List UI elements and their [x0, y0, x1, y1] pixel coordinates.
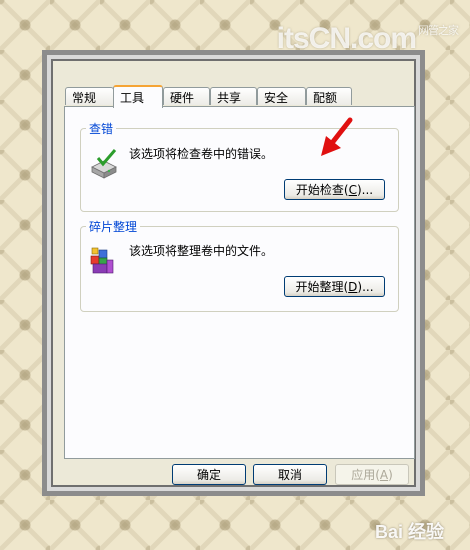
error-check-title: 查错: [86, 120, 117, 137]
defrag-description: 该选项将整理卷中的文件。: [129, 244, 274, 258]
start-check-button[interactable]: 开始检查(C)...: [284, 179, 385, 200]
red-arrow-annotation: [321, 117, 353, 156]
tab-tools[interactable]: 工具: [113, 85, 163, 108]
cancel-button[interactable]: 取消: [253, 464, 327, 485]
properties-dialog: 常规 工具 硬件 共享 安全 配额 查错 该选项将检查卷中的错误。 开始检查(C…: [51, 59, 416, 487]
tools-tab-page: 查错 该选项将检查卷中的错误。 开始检查(C)... 碎片整理 该选项将整理卷中…: [64, 106, 415, 459]
tab-general[interactable]: 常规: [65, 87, 114, 105]
screenshot-frame: 常规 工具 硬件 共享 安全 配额 查错 该选项将检查卷中的错误。 开始检查(C…: [42, 50, 425, 496]
error-check-description: 该选项将检查卷中的错误。: [129, 147, 274, 161]
defrag-icon: [89, 244, 117, 280]
defrag-group: 碎片整理 该选项将整理卷中的文件。 开始整理(D)...: [80, 218, 399, 312]
tab-hardware[interactable]: 硬件: [163, 87, 210, 105]
start-defrag-button[interactable]: 开始整理(D)...: [284, 276, 385, 297]
tab-security[interactable]: 安全: [257, 87, 306, 105]
apply-button[interactable]: 应用(A): [335, 464, 409, 485]
tab-sharing[interactable]: 共享: [210, 87, 257, 105]
disk-check-icon: [89, 149, 119, 185]
tab-quota[interactable]: 配额: [306, 87, 352, 105]
defrag-title: 碎片整理: [86, 218, 141, 235]
baidu-watermark: Bai 经验: [374, 522, 444, 542]
ok-button[interactable]: 确定: [172, 464, 246, 485]
